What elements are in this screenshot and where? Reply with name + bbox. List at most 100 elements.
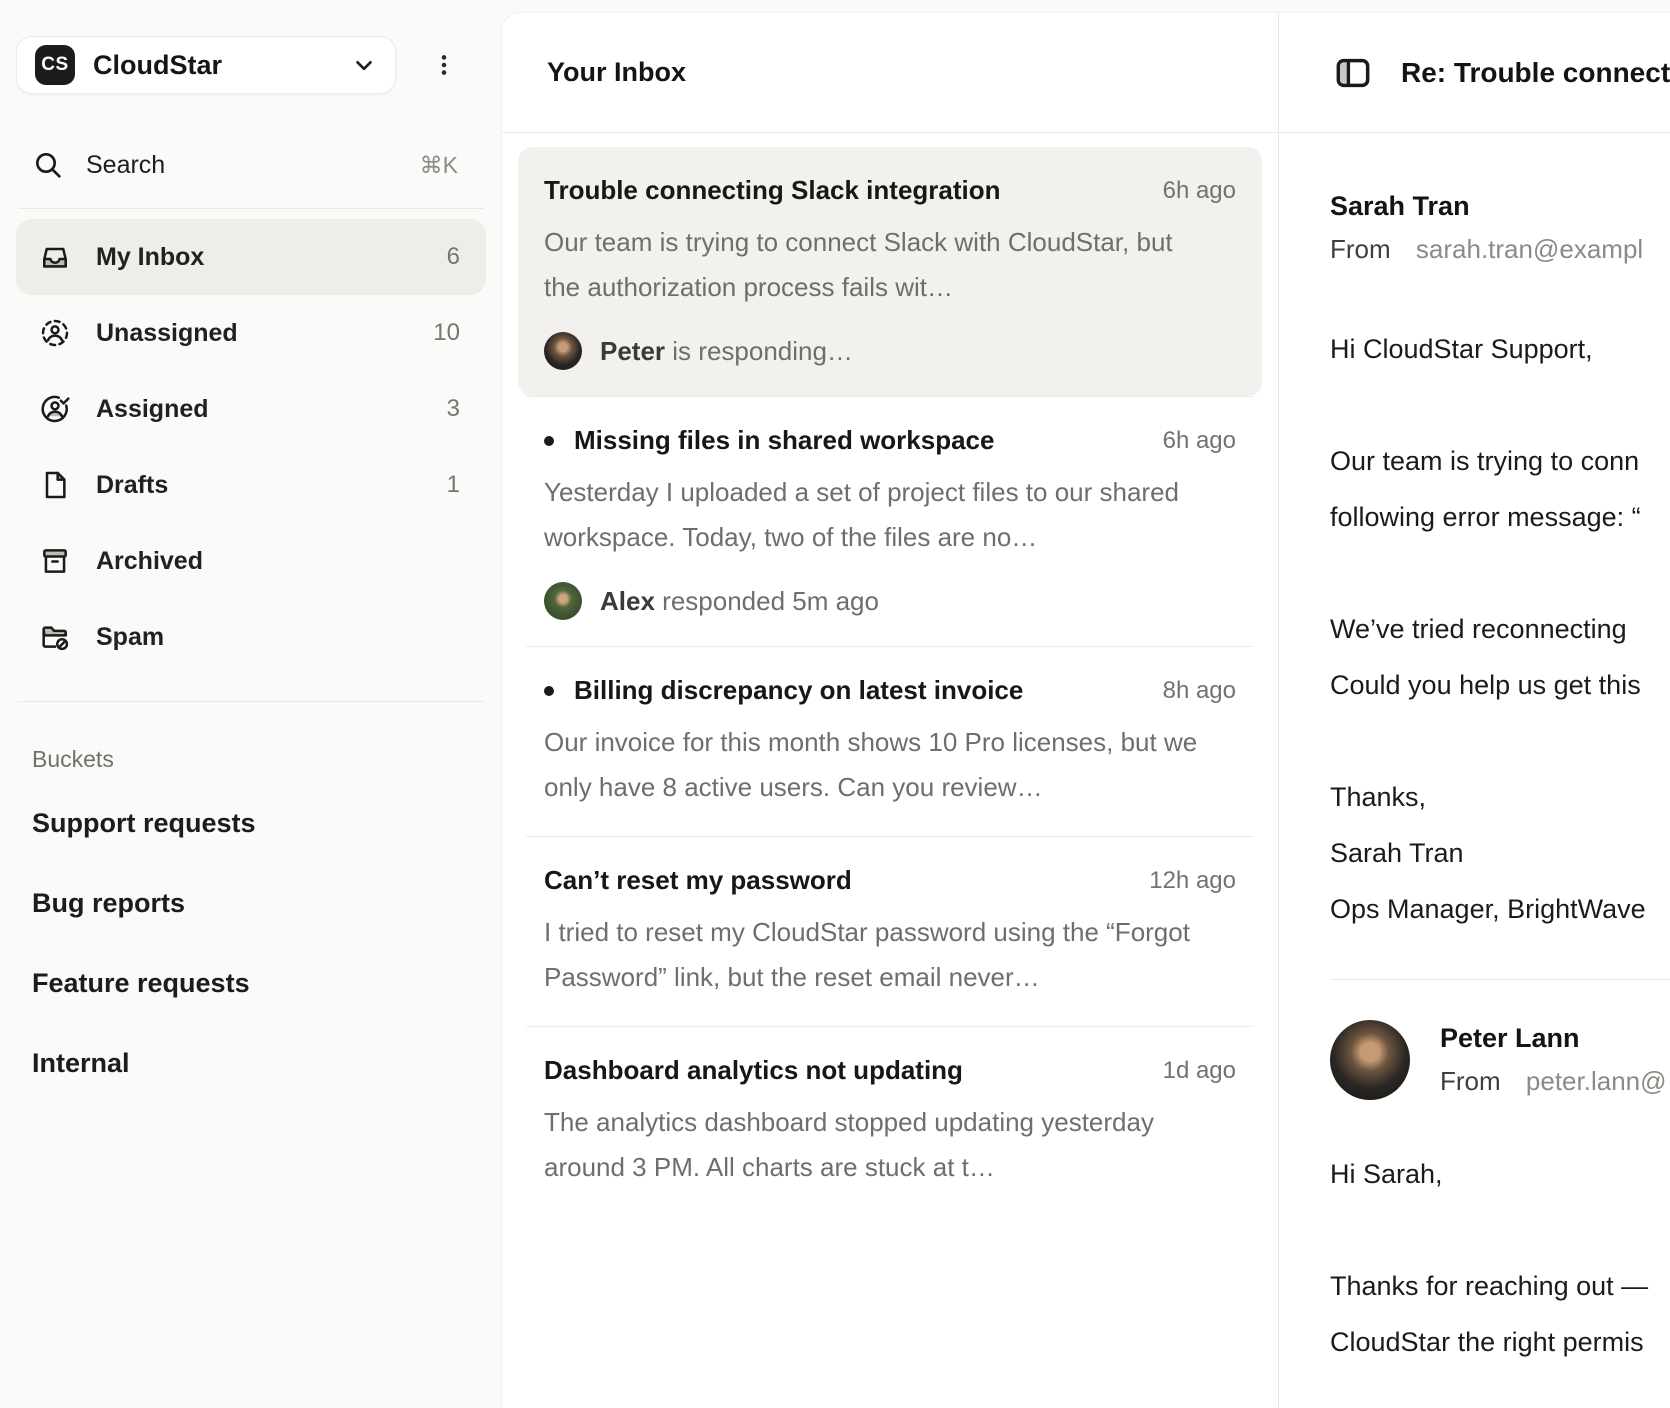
bucket-item-internal[interactable]: Internal — [16, 1023, 486, 1103]
message-paragraph: Thanks for reaching out — CloudStar the … — [1330, 1258, 1670, 1370]
sidebar-item-assigned[interactable]: Assigned 3 — [16, 371, 486, 447]
conversation-title: Dashboard analytics not updating — [544, 1055, 963, 1086]
conversation-snippet: Yesterday I uploaded a set of project fi… — [544, 470, 1204, 560]
from-label: From — [1440, 1066, 1501, 1096]
sidebar-item-unassigned[interactable]: Unassigned 10 — [16, 295, 486, 371]
message-line: Thanks, — [1330, 769, 1670, 825]
kebab-icon — [431, 52, 457, 78]
message-line: CloudStar the right permis — [1330, 1314, 1670, 1370]
conversation-snippet: I tried to reset my CloudStar password u… — [544, 910, 1204, 1000]
more-options-button[interactable] — [424, 45, 464, 85]
sidebar-item-label: Unassigned — [96, 319, 238, 348]
message-paragraph: We’ve tried reconnecting Could you help … — [1330, 601, 1670, 713]
message-paragraph: Hi CloudStar Support, — [1330, 321, 1670, 377]
sidebar-item-label: Archived — [96, 547, 203, 576]
conversation-time: 6h ago — [1163, 177, 1236, 205]
conversation-time: 1d ago — [1163, 1057, 1236, 1085]
message-line: Could you help us get this — [1330, 657, 1670, 713]
from-label: From — [1330, 234, 1391, 264]
from-email: sarah.tran@exampl — [1416, 234, 1643, 264]
detail-title: Re: Trouble connectin — [1401, 57, 1670, 89]
spam-icon — [38, 620, 72, 654]
sidebar-header: CS CloudStar — [16, 36, 486, 94]
message-from-row: From peter.lann@ — [1440, 1066, 1667, 1097]
conversation-snippet: Our team is trying to connect Slack with… — [544, 220, 1204, 310]
responder-row: Peter is responding… — [544, 332, 1236, 370]
unread-dot-icon — [544, 436, 554, 446]
sidebar: CS CloudStar Search ⌘K My I — [0, 0, 502, 1408]
assigned-icon — [38, 392, 72, 426]
detail-header: Re: Trouble connectin — [1279, 13, 1670, 133]
panel-toggle-button[interactable] — [1333, 53, 1373, 93]
sidebar-item-spam[interactable]: Spam — [16, 599, 486, 675]
responder-text: Peter is responding… — [600, 336, 853, 367]
responder-name: Alex — [600, 586, 655, 616]
message-signature: Thanks, Sarah Tran Ops Manager, BrightWa… — [1330, 769, 1670, 937]
sidebar-divider — [18, 701, 484, 702]
sidebar-item-count: 3 — [447, 395, 464, 423]
conversation-item[interactable]: Missing files in shared workspace 6h ago… — [526, 396, 1254, 646]
message-sender-header: Peter Lann From peter.lann@ — [1330, 1020, 1670, 1100]
bucket-item-support-requests[interactable]: Support requests — [16, 783, 486, 863]
message: Sarah Tran From sarah.tran@exampl Hi Clo… — [1330, 191, 1670, 937]
sidebar-item-my-inbox[interactable]: My Inbox 6 — [16, 219, 486, 295]
conversation-item[interactable]: Dashboard analytics not updating 1d ago … — [526, 1026, 1254, 1216]
buckets-list: Support requests Bug reports Feature req… — [16, 783, 486, 1103]
sidebar-item-count: 6 — [447, 243, 464, 271]
message-line: Our team is trying to conn — [1330, 433, 1670, 489]
message-line: Ops Manager, BrightWave — [1330, 881, 1670, 937]
conversation-time: 12h ago — [1149, 867, 1236, 895]
archived-icon — [38, 544, 72, 578]
sidebar-nav: My Inbox 6 Unassigned 10 Assigned 3 — [16, 219, 486, 675]
sidebar-panel-icon — [1333, 53, 1373, 93]
message-paragraph: Hi Sarah, — [1330, 1146, 1670, 1202]
message-line: We’ve tried reconnecting — [1330, 601, 1670, 657]
conversation-item-selected[interactable]: Trouble connecting Slack integration 6h … — [518, 147, 1262, 396]
main-card: Your Inbox Trouble connecting Slack inte… — [502, 13, 1670, 1408]
bucket-item-bug-reports[interactable]: Bug reports — [16, 863, 486, 943]
message-line: Hi CloudStar Support, — [1330, 321, 1670, 377]
search-icon — [32, 149, 64, 181]
search-shortcut: ⌘K — [420, 152, 458, 179]
unassigned-icon — [38, 316, 72, 350]
sidebar-item-label: Drafts — [96, 471, 168, 500]
sidebar-item-label: Spam — [96, 623, 164, 652]
workspace-name: CloudStar — [93, 50, 333, 81]
search-label: Search — [86, 151, 165, 180]
conversation-list: Trouble connecting Slack integration 6h … — [502, 133, 1278, 1230]
responder-status: is responding… — [672, 336, 853, 366]
app-window: CS CloudStar Search ⌘K My I — [0, 0, 1670, 1408]
message-from-row: From sarah.tran@exampl — [1330, 234, 1670, 265]
sidebar-item-label: My Inbox — [96, 243, 204, 272]
drafts-icon — [38, 468, 72, 502]
conversation-item[interactable]: Can’t reset my password 12h ago I tried … — [526, 836, 1254, 1026]
conversation-time: 6h ago — [1163, 427, 1236, 455]
message-line: Sarah Tran — [1330, 825, 1670, 881]
avatar — [544, 332, 582, 370]
responder-row: Alex responded 5m ago — [544, 582, 1236, 620]
conversation-snippet: The analytics dashboard stopped updating… — [544, 1100, 1204, 1190]
message-sender: Sarah Tran — [1330, 191, 1670, 222]
responder-name: Peter — [600, 336, 665, 366]
message-paragraph: Our team is trying to conn following err… — [1330, 433, 1670, 545]
responder-text: Alex responded 5m ago — [600, 586, 879, 617]
bucket-item-feature-requests[interactable]: Feature requests — [16, 943, 486, 1023]
workspace-logo: CS — [35, 45, 75, 85]
conversation-title: Billing discrepancy on latest invoice — [574, 675, 1023, 706]
sidebar-item-label: Assigned — [96, 395, 209, 424]
workspace-switcher[interactable]: CS CloudStar — [16, 36, 396, 94]
message-divider — [1330, 979, 1670, 980]
conversation-snippet: Our invoice for this month shows 10 Pro … — [544, 720, 1204, 810]
message-thread: Sarah Tran From sarah.tran@exampl Hi Clo… — [1279, 133, 1670, 1370]
sidebar-item-count: 10 — [433, 319, 464, 347]
message: Peter Lann From peter.lann@ Hi Sarah, Th… — [1330, 1020, 1670, 1370]
sidebar-item-drafts[interactable]: Drafts 1 — [16, 447, 486, 523]
avatar — [1330, 1020, 1410, 1100]
conversation-item[interactable]: Billing discrepancy on latest invoice 8h… — [526, 646, 1254, 836]
sidebar-item-archived[interactable]: Archived — [16, 523, 486, 599]
search-button[interactable]: Search ⌘K — [16, 136, 486, 194]
message-line: Hi Sarah, — [1330, 1146, 1670, 1202]
detail-panel: Re: Trouble connectin Sarah Tran From sa… — [1279, 13, 1670, 1408]
buckets-section-title: Buckets — [16, 746, 486, 773]
from-email: peter.lann@ — [1526, 1066, 1667, 1096]
